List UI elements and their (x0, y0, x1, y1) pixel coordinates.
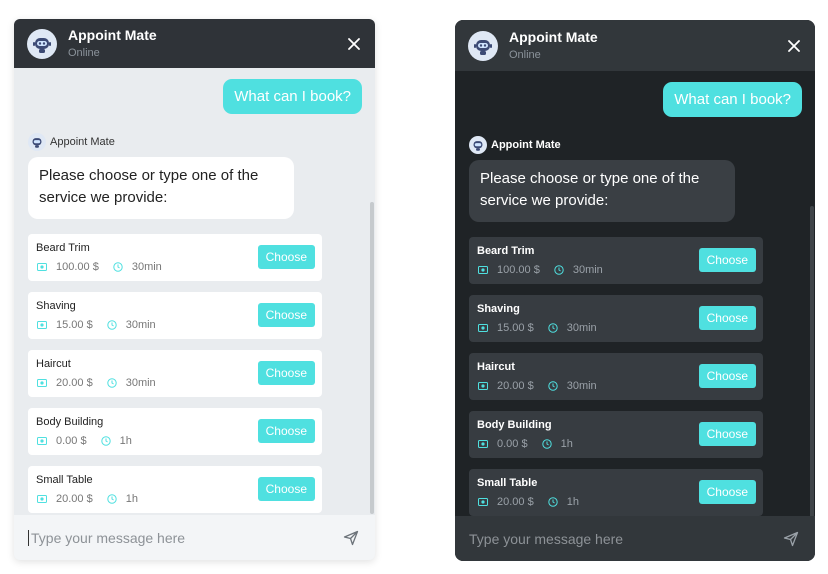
chat-body: What can I book? Appoint Mate Please cho… (455, 71, 815, 516)
money-icon (36, 261, 48, 273)
scrollbar[interactable] (810, 206, 814, 516)
service-duration: 1h (125, 493, 138, 505)
robot-icon (32, 138, 42, 148)
service-item: Body Building 0.00 $ 1h Choose (469, 411, 763, 458)
service-item: Small Table 20.00 $ 1h Choose (28, 466, 322, 513)
bot-avatar (468, 30, 498, 61)
send-icon[interactable] (341, 528, 361, 548)
service-item: Body Building 0.00 $ 1h Choose (28, 408, 322, 455)
clock-icon (547, 380, 559, 392)
input-bar (455, 516, 815, 561)
header-status: Online (509, 49, 541, 61)
service-item: Small Table 20.00 $ 1h Choose (469, 469, 763, 516)
bot-mini-avatar (469, 136, 487, 154)
money-icon (477, 438, 489, 450)
service-item: Shaving 15.00 $ 30min Choose (28, 292, 322, 339)
service-price: 15.00 $ (497, 322, 534, 334)
service-item: Shaving 15.00 $ 30min Choose (469, 295, 763, 342)
bot-name: Appoint Mate (50, 136, 115, 148)
clock-icon (553, 264, 565, 276)
service-item: Haircut 20.00 $ 30min Choose (469, 353, 763, 400)
bot-name: Appoint Mate (491, 139, 561, 151)
choose-button[interactable]: Choose (257, 303, 315, 327)
service-price: 20.00 $ (497, 380, 534, 392)
choose-button[interactable]: Choose (698, 248, 756, 272)
choose-button[interactable]: Choose (698, 306, 756, 330)
service-list: Beard Trim 100.00 $ 30min Choose Shaving… (28, 234, 362, 513)
bot-message: Please choose or type one of the service… (469, 160, 735, 222)
user-message: What can I book? (663, 82, 802, 117)
choose-button[interactable]: Choose (257, 419, 315, 443)
service-price: 20.00 $ (497, 496, 534, 508)
choose-button[interactable]: Choose (257, 245, 315, 269)
clock-icon (100, 435, 112, 447)
bot-label: Appoint Mate (469, 136, 802, 154)
chat-body: What can I book? Appoint Mate Please cho… (14, 68, 375, 515)
choose-button[interactable]: Choose (257, 361, 315, 385)
service-duration: 30min (566, 322, 597, 334)
clock-icon (541, 438, 553, 450)
service-duration: 30min (566, 380, 597, 392)
money-icon (477, 322, 489, 334)
chat-header: Appoint Mate Online (455, 20, 815, 71)
input-bar (14, 515, 375, 560)
clock-icon (547, 322, 559, 334)
header-title: Appoint Mate (68, 27, 157, 43)
service-item: Haircut 20.00 $ 30min Choose (28, 350, 322, 397)
money-icon (36, 377, 48, 389)
close-icon[interactable] (785, 37, 803, 55)
service-duration: 30min (572, 264, 603, 276)
clock-icon (106, 377, 118, 389)
money-icon (36, 319, 48, 331)
clock-icon (547, 496, 559, 508)
money-icon (36, 435, 48, 447)
chat-header: Appoint Mate Online (14, 19, 375, 68)
service-item: Beard Trim 100.00 $ 30min Choose (28, 234, 322, 281)
service-price: 15.00 $ (56, 319, 93, 331)
bot-label: Appoint Mate (28, 133, 362, 151)
robot-icon (33, 37, 51, 53)
money-icon (36, 493, 48, 505)
choose-button[interactable]: Choose (257, 477, 315, 501)
service-duration: 1h (560, 438, 573, 450)
service-duration: 1h (566, 496, 579, 508)
money-icon (477, 264, 489, 276)
service-duration: 1h (119, 435, 132, 447)
bot-message: Please choose or type one of the service… (28, 157, 294, 219)
service-list: Beard Trim 100.00 $ 30min Choose Shaving… (469, 237, 802, 516)
service-duration: 30min (125, 319, 156, 331)
header-title: Appoint Mate (509, 29, 598, 45)
money-icon (477, 496, 489, 508)
message-input[interactable] (469, 530, 781, 547)
scrollbar[interactable] (370, 202, 374, 514)
header-status: Online (68, 47, 100, 59)
robot-icon (473, 141, 483, 151)
service-price: 100.00 $ (497, 264, 540, 276)
clock-icon (112, 261, 124, 273)
chat-widget-light: Appoint Mate Online What can I book? App… (14, 19, 375, 560)
service-duration: 30min (131, 261, 162, 273)
money-icon (477, 380, 489, 392)
service-duration: 30min (125, 377, 156, 389)
service-price: 20.00 $ (56, 377, 93, 389)
service-price: 20.00 $ (56, 493, 93, 505)
choose-button[interactable]: Choose (698, 364, 756, 388)
user-message: What can I book? (223, 79, 362, 114)
choose-button[interactable]: Choose (698, 480, 756, 504)
send-icon[interactable] (781, 529, 801, 549)
message-input[interactable] (28, 529, 341, 546)
robot-icon (474, 39, 492, 55)
service-price: 0.00 $ (56, 435, 87, 447)
chat-widget-dark: Appoint Mate Online What can I book? App… (455, 20, 815, 561)
service-price: 0.00 $ (497, 438, 528, 450)
bot-avatar (27, 28, 57, 59)
service-item: Beard Trim 100.00 $ 30min Choose (469, 237, 763, 284)
clock-icon (106, 319, 118, 331)
clock-icon (106, 493, 118, 505)
choose-button[interactable]: Choose (698, 422, 756, 446)
bot-mini-avatar (28, 133, 46, 151)
service-price: 100.00 $ (56, 261, 99, 273)
close-icon[interactable] (345, 35, 363, 53)
